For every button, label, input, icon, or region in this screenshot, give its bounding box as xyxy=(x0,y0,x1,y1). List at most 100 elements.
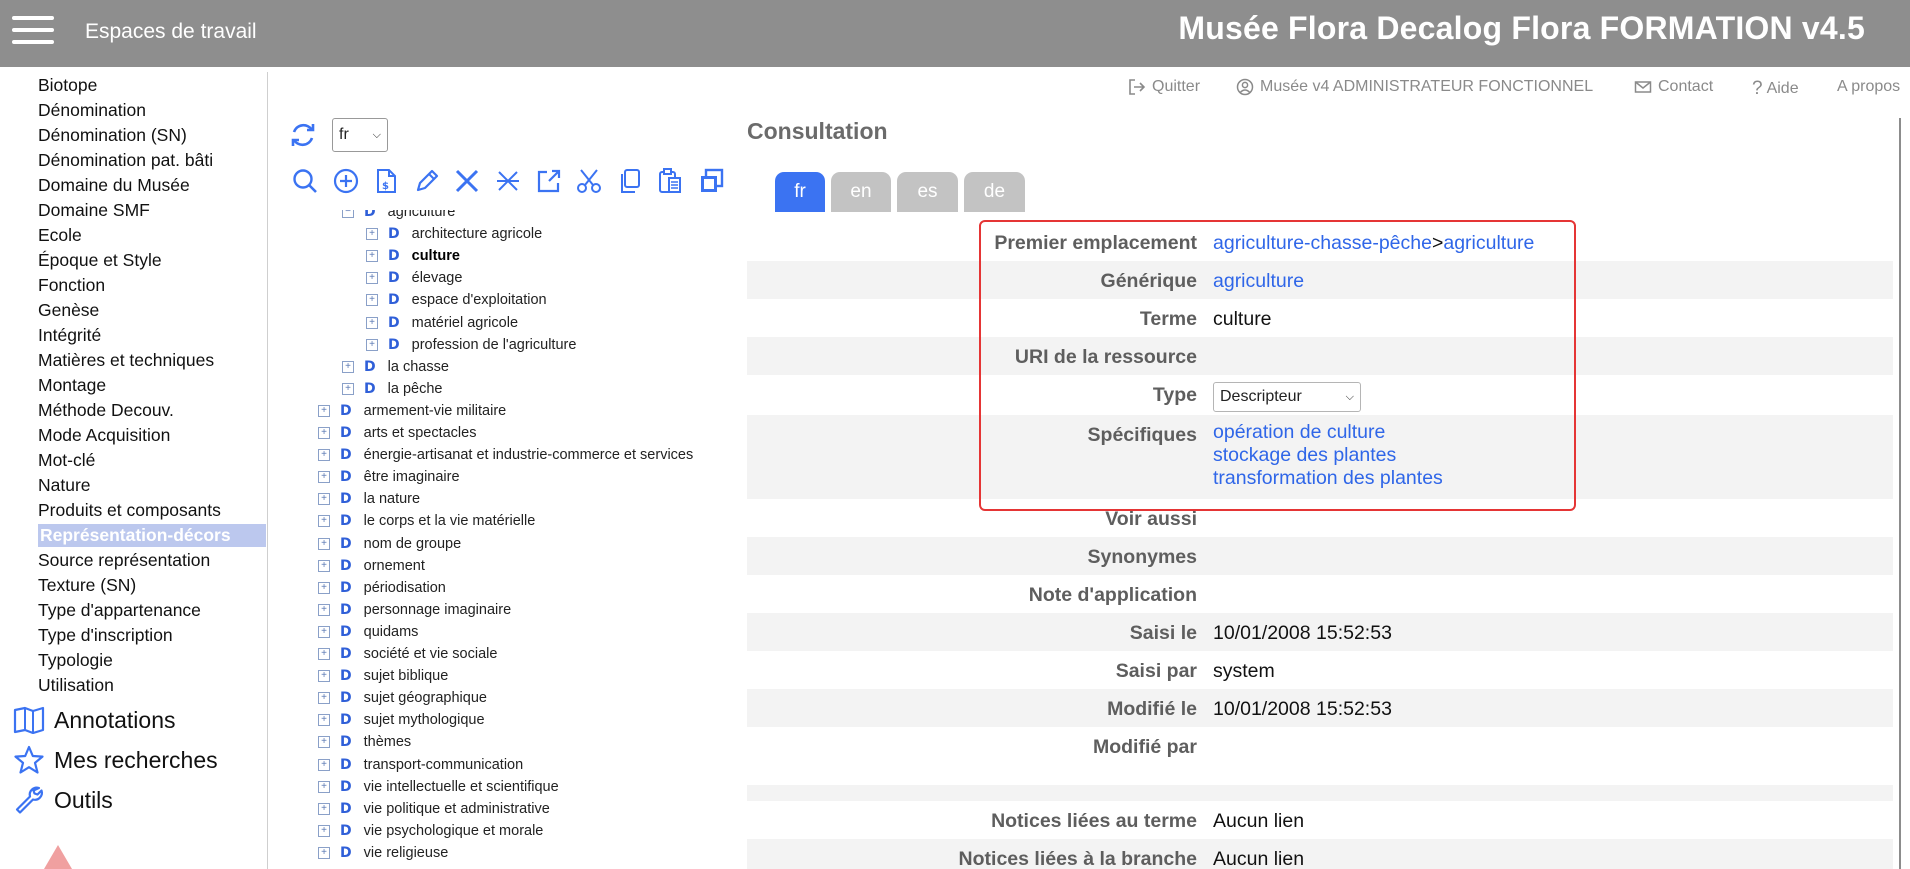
expand-icon[interactable]: + xyxy=(318,427,330,439)
tree-node-label[interactable]: espace d'exploitation xyxy=(412,292,547,308)
sidebar-item[interactable]: Typologie xyxy=(38,649,113,672)
expand-icon[interactable]: + xyxy=(318,559,330,572)
expand-icon[interactable]: + xyxy=(318,780,330,793)
sidebar-item[interactable]: Nature xyxy=(38,474,91,497)
sidebar-section-searches[interactable]: Mes recherches xyxy=(12,743,218,777)
expand-icon[interactable]: + xyxy=(318,493,330,506)
edit-icon[interactable] xyxy=(412,166,442,196)
tree-node-label[interactable]: culture xyxy=(412,248,460,264)
sidebar-item[interactable]: Biotope xyxy=(38,74,97,97)
sidebar-item[interactable]: Texture (SN) xyxy=(38,574,136,597)
refresh-icon[interactable] xyxy=(288,120,318,150)
unlink-icon[interactable] xyxy=(493,166,523,196)
tree-node-label[interactable]: nom de groupe xyxy=(364,536,462,552)
expand-icon[interactable]: + xyxy=(318,515,330,528)
delete-icon[interactable] xyxy=(452,166,482,196)
expand-icon[interactable]: + xyxy=(366,228,378,241)
expand-icon[interactable]: + xyxy=(318,648,330,660)
menu-icon[interactable] xyxy=(12,14,54,46)
tree-node-label[interactable]: vie politique et administrative xyxy=(364,801,550,817)
duplicate-icon[interactable] xyxy=(696,166,726,196)
tree-node-label[interactable]: quidams xyxy=(364,624,419,640)
sidebar-item[interactable]: Mode Acquisition xyxy=(38,424,170,447)
sidebar-item[interactable]: Source représentation xyxy=(38,549,210,572)
expand-icon[interactable]: + xyxy=(318,736,330,749)
copy-icon[interactable] xyxy=(615,166,645,196)
location-parent-link[interactable]: agriculture-chasse-pêche xyxy=(1213,232,1432,254)
specific-term-link[interactable]: stockage des plantes xyxy=(1213,444,1443,467)
tree-node-label[interactable]: énergie-artisanat et industrie-commerce … xyxy=(364,447,694,463)
tab-es[interactable]: es xyxy=(897,172,958,212)
sidebar-section-annotations[interactable]: Annotations xyxy=(12,703,175,737)
tree-node-label[interactable]: la chasse xyxy=(388,359,449,375)
sidebar-item[interactable]: Dénomination xyxy=(38,99,146,122)
tree-node-label[interactable]: arts et spectacles xyxy=(364,425,477,441)
cut-icon[interactable] xyxy=(574,166,604,196)
expand-icon[interactable]: + xyxy=(318,692,330,705)
expand-icon[interactable]: + xyxy=(366,316,378,329)
paste-icon[interactable] xyxy=(655,166,685,196)
sidebar-item[interactable]: Domaine du Musée xyxy=(38,174,190,197)
sidebar-item[interactable]: Produits et composants xyxy=(38,499,221,522)
sidebar-item[interactable]: Méthode Decouv. xyxy=(38,399,174,422)
expand-icon[interactable]: + xyxy=(318,581,330,594)
specific-term-link[interactable]: opération de culture xyxy=(1213,421,1443,444)
sidebar-item[interactable]: Fonction xyxy=(38,274,105,297)
expand-icon[interactable]: + xyxy=(318,603,330,616)
expand-icon[interactable]: + xyxy=(342,382,354,395)
tree-node-label[interactable]: vie intellectuelle et scientifique xyxy=(364,779,559,795)
sidebar-item[interactable]: Matières et techniques xyxy=(38,349,214,372)
tab-de[interactable]: de xyxy=(964,172,1025,212)
specific-term-link[interactable]: transformation des plantes xyxy=(1213,467,1443,490)
contact-link[interactable]: Contact xyxy=(1634,78,1713,96)
tree-node-label[interactable]: élevage xyxy=(412,270,463,286)
sidebar-item[interactable]: Ecole xyxy=(38,224,82,247)
user-link[interactable]: Musée v4 ADMINISTRATEUR FONCTIONNEL xyxy=(1236,78,1593,96)
tree-node-label[interactable]: sujet mythologique xyxy=(364,712,485,728)
collapse-icon[interactable]: − xyxy=(342,210,354,218)
workspaces-link[interactable]: Espaces de travail xyxy=(85,20,257,44)
sidebar-item[interactable]: Genèse xyxy=(38,299,99,322)
sidebar-item[interactable]: Intégrité xyxy=(38,324,101,347)
expand-icon[interactable]: + xyxy=(318,471,330,484)
quit-link[interactable]: Quitter xyxy=(1128,78,1200,96)
expand-icon[interactable]: + xyxy=(342,360,354,373)
tree-node-label[interactable]: périodisation xyxy=(364,580,446,596)
about-link[interactable]: A propos xyxy=(1837,78,1900,96)
sidebar-item[interactable]: Utilisation xyxy=(38,674,114,697)
tree-node-label[interactable]: profession de l'agriculture xyxy=(412,337,577,353)
sidebar-item[interactable]: Type d'inscription xyxy=(38,624,173,647)
tree-node-label[interactable]: le corps et la vie matérielle xyxy=(364,513,536,529)
sidebar-item[interactable]: Type d'appartenance xyxy=(38,599,201,622)
sidebar-item[interactable]: Montage xyxy=(38,374,106,397)
expand-icon[interactable]: + xyxy=(366,338,378,351)
expand-icon[interactable]: + xyxy=(366,250,378,263)
help-link[interactable]: ? Aide xyxy=(1752,78,1799,100)
location-child-link[interactable]: agriculture xyxy=(1443,232,1534,254)
tree-node-label[interactable]: personnage imaginaire xyxy=(364,602,512,618)
sidebar-item[interactable]: Dénomination (SN) xyxy=(38,124,187,147)
scrollbar[interactable] xyxy=(1899,118,1901,869)
tab-en[interactable]: en xyxy=(831,172,891,212)
sidebar-item[interactable]: Domaine SMF xyxy=(38,199,150,222)
tree-node-label[interactable]: être imaginaire xyxy=(364,469,460,485)
expand-icon[interactable]: + xyxy=(318,824,330,837)
type-select[interactable]: Descripteur ⌵ xyxy=(1213,382,1361,412)
tree-node-label[interactable]: la nature xyxy=(364,491,420,507)
expand-icon[interactable]: + xyxy=(318,758,330,771)
expand-icon[interactable]: + xyxy=(318,670,330,683)
language-select[interactable]: fr ⌵ xyxy=(332,118,388,152)
tree-node-label[interactable]: vie religieuse xyxy=(364,845,449,861)
tree-node-label[interactable]: thèmes xyxy=(364,734,412,750)
tree-node-label[interactable]: armement-vie militaire xyxy=(364,403,507,419)
tree-node-label[interactable]: ornement xyxy=(364,558,425,574)
expand-icon[interactable]: + xyxy=(366,294,378,307)
tree-node-label[interactable]: vie psychologique et morale xyxy=(364,823,544,839)
expand-icon[interactable]: + xyxy=(366,272,378,285)
tree-node-label[interactable]: architecture agricole xyxy=(412,226,543,242)
expand-icon[interactable]: + xyxy=(318,802,330,815)
add-icon[interactable] xyxy=(331,166,361,196)
expand-icon[interactable]: + xyxy=(318,714,330,727)
expand-icon[interactable]: + xyxy=(318,404,330,417)
tree-node-label[interactable]: sujet géographique xyxy=(364,690,487,706)
